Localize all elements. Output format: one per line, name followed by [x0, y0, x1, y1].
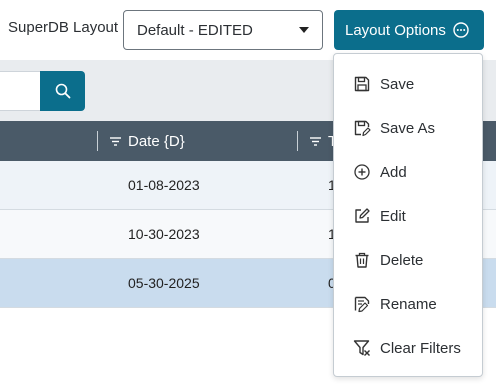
- add-circle-icon: [354, 164, 370, 180]
- menu-item-add[interactable]: Add: [334, 150, 482, 194]
- edit-icon: [355, 208, 370, 223]
- column-header-date[interactable]: Date {D}: [109, 121, 185, 161]
- save-icon: [354, 76, 370, 92]
- top-bar: SuperDB Layout Default - EDITED Layout O…: [0, 0, 496, 60]
- search-icon: [55, 83, 70, 99]
- menu-item-label: Save: [380, 75, 415, 93]
- menu-item-rename[interactable]: Rename: [334, 282, 482, 326]
- date-cell: 05-30-2025: [128, 275, 200, 291]
- column-header-label: Date {D}: [128, 132, 185, 150]
- menu-item-label: Clear Filters: [380, 339, 461, 357]
- filter-icon[interactable]: [109, 136, 122, 147]
- menu-item-label: Rename: [380, 295, 437, 313]
- layout-options-menu: Save Save As Add Edit Delete Rename Clea…: [333, 53, 483, 377]
- search-input[interactable]: [0, 71, 40, 111]
- menu-item-save[interactable]: Save: [334, 62, 482, 106]
- clear-filter-icon: [353, 340, 370, 356]
- layout-options-label: Layout Options: [345, 21, 446, 39]
- date-cell: 01-08-2023: [128, 177, 200, 193]
- caret-down-icon: [299, 27, 309, 33]
- layout-select-value: Default - EDITED: [137, 21, 253, 39]
- column-divider[interactable]: [97, 131, 98, 151]
- filter-icon[interactable]: [309, 136, 322, 147]
- menu-item-save-as[interactable]: Save As: [334, 106, 482, 150]
- date-cell: 10-30-2023: [128, 226, 200, 242]
- menu-item-label: Add: [380, 163, 407, 181]
- app-root: SuperDB Layout Default - EDITED Layout O…: [0, 0, 496, 385]
- more-options-icon: [453, 22, 469, 38]
- layout-options-button[interactable]: Layout Options: [334, 10, 484, 50]
- menu-item-clear-filters[interactable]: Clear Filters: [334, 326, 482, 370]
- search-button[interactable]: [40, 71, 85, 111]
- menu-item-label: Save As: [380, 119, 436, 137]
- column-divider[interactable]: [297, 131, 298, 151]
- menu-item-label: Edit: [380, 207, 406, 225]
- menu-item-edit[interactable]: Edit: [334, 194, 482, 238]
- menu-item-label: Delete: [380, 251, 424, 269]
- trash-icon: [355, 252, 369, 268]
- menu-item-delete[interactable]: Delete: [334, 238, 482, 282]
- layout-select[interactable]: Default - EDITED: [123, 10, 323, 50]
- layout-label: SuperDB Layout: [8, 19, 119, 36]
- rename-icon: [354, 296, 370, 313]
- save-as-icon: [354, 120, 371, 137]
